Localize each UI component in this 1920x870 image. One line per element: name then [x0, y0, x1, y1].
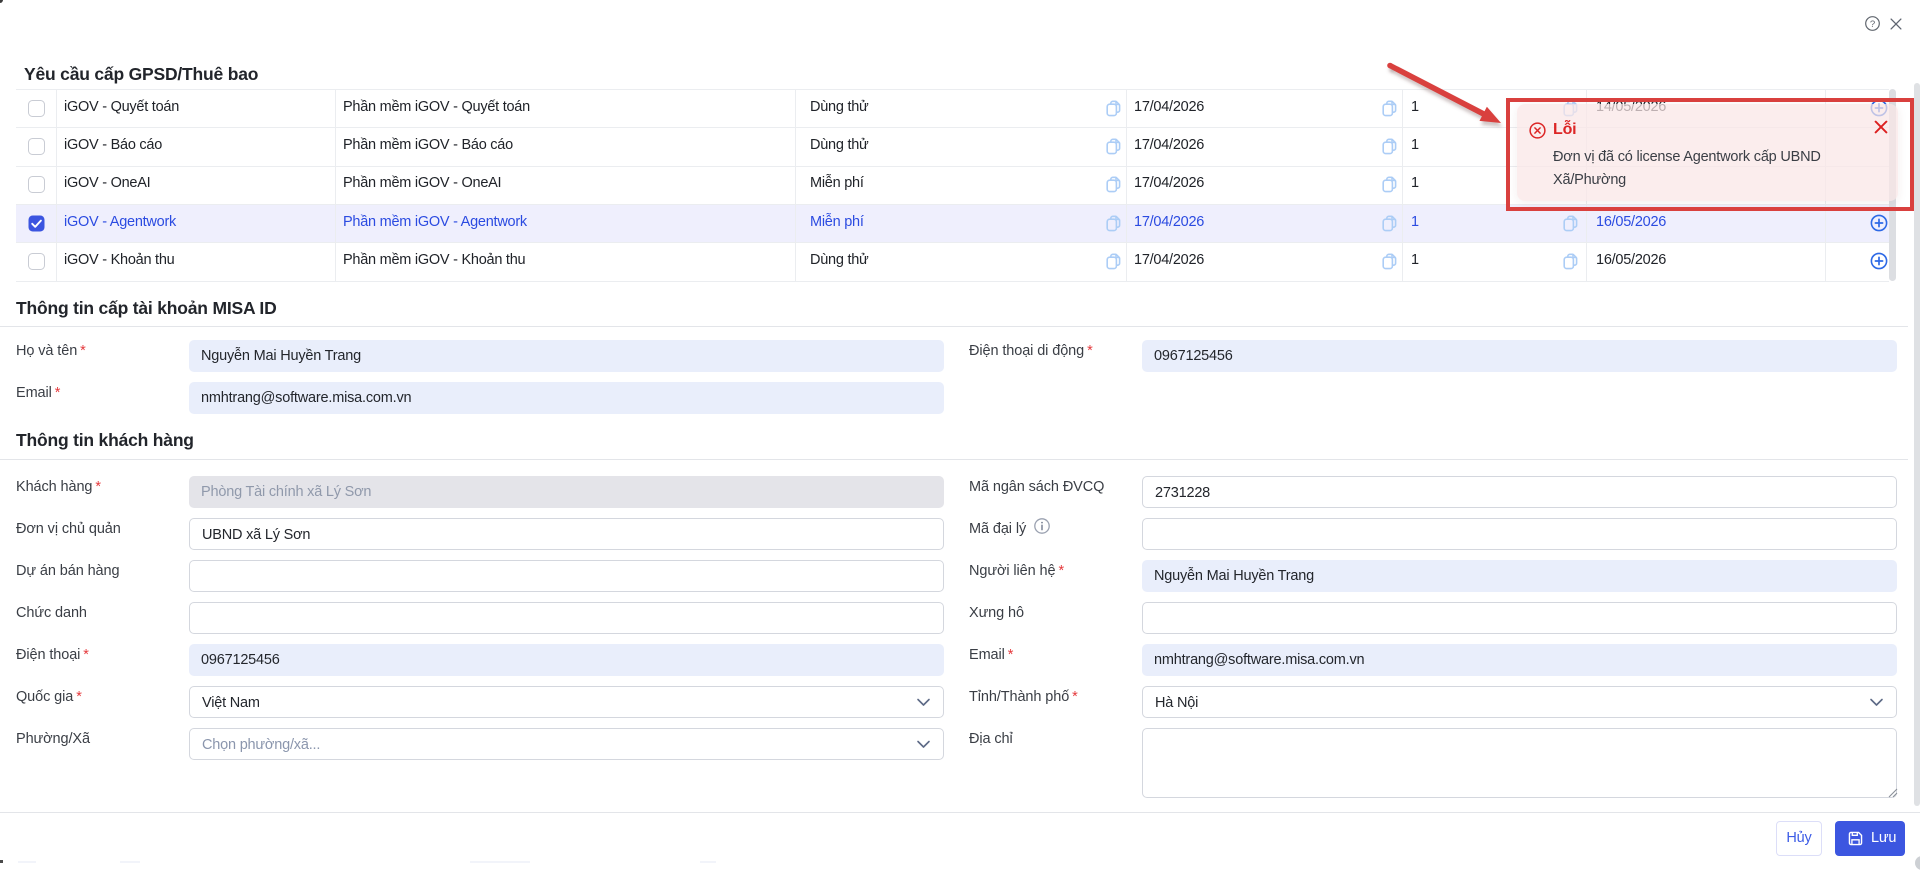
- svg-text:?: ?: [1870, 19, 1875, 30]
